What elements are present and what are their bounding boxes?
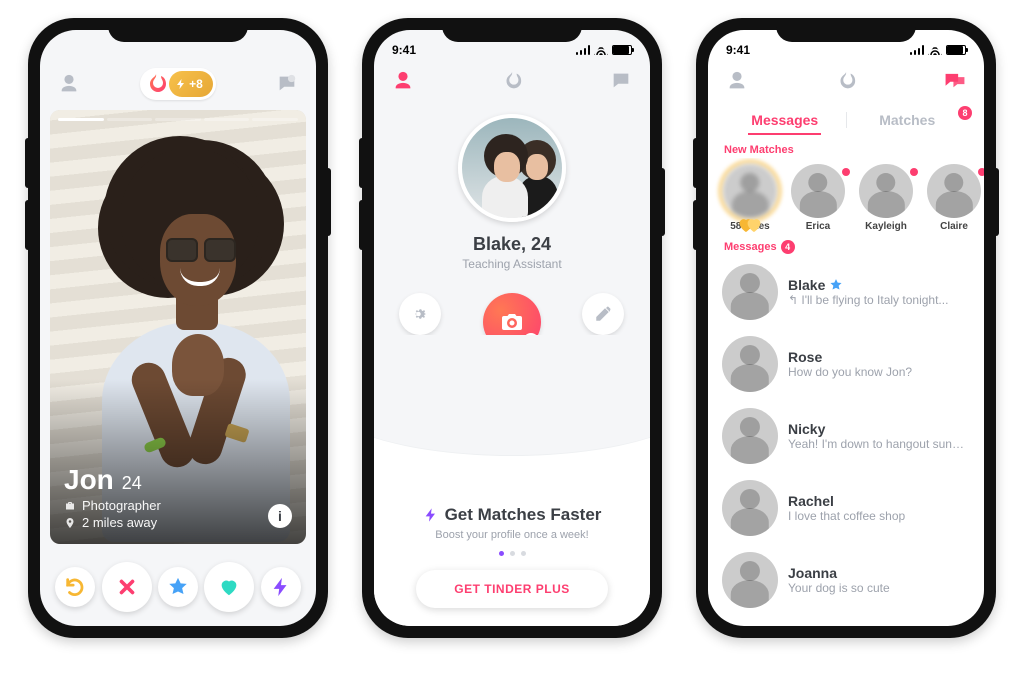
status-time: 9:41 (392, 43, 416, 57)
messages-badge: 4 (781, 240, 795, 254)
card-age: 24 (122, 473, 142, 494)
nope-button[interactable] (102, 562, 152, 612)
notch (108, 18, 248, 42)
new-matches-row[interactable]: 58 Likes Erica Kayleigh Claire (708, 158, 984, 238)
status-indicators (576, 45, 633, 55)
profile-avatar[interactable] (458, 114, 566, 222)
message-preview: How do you know Jon? (788, 365, 970, 379)
message-name: Blake (788, 277, 970, 293)
profile-tab-icon[interactable] (56, 71, 82, 97)
battery-icon (612, 45, 632, 55)
message-row[interactable]: Rose How do you know Jon? (708, 328, 984, 400)
profile-tab-icon[interactable] (390, 68, 416, 94)
message-name: Rachel (788, 493, 970, 509)
message-name: Joanna (788, 565, 970, 581)
match-item[interactable]: Kayleigh (856, 164, 916, 232)
camera-icon (500, 310, 524, 334)
card-distance: 2 miles away (64, 515, 292, 530)
flame-icon (143, 71, 169, 97)
swipe-card[interactable]: Jon 24 Photographer 2 miles away i (40, 110, 316, 552)
status-indicators (910, 45, 967, 55)
chat-tab-icon[interactable] (942, 68, 968, 94)
tab-messages[interactable]: Messages (724, 106, 846, 134)
bolt-icon (423, 507, 439, 523)
unread-dot-icon (978, 168, 984, 176)
message-preview: Your dog is so cute (788, 581, 970, 595)
photo-pagination[interactable] (58, 118, 298, 121)
promo-pagination[interactable] (499, 551, 526, 556)
promo-subtitle: Boost your profile once a week! (435, 529, 588, 541)
gear-icon (411, 305, 429, 323)
action-row (40, 552, 316, 626)
chat-tab-icon[interactable] (274, 71, 300, 97)
chat-tab-icon[interactable] (608, 68, 634, 94)
get-tinder-plus-button[interactable]: GET TINDER PLUS (416, 570, 608, 608)
top-nav (374, 64, 650, 104)
message-preview: I love that coffee shop (788, 509, 970, 523)
like-button[interactable] (204, 562, 254, 612)
superlike-star-icon (829, 278, 843, 292)
likes-you-stack[interactable]: 58 Likes (720, 164, 780, 232)
match-name: Claire (940, 221, 968, 232)
profile-tab-icon[interactable] (724, 68, 750, 94)
message-row[interactable]: Joanna Your dog is so cute (708, 544, 984, 616)
wifi-icon (928, 45, 942, 55)
status-time: 9:41 (726, 43, 750, 57)
boost-button[interactable] (261, 567, 301, 607)
message-preview: Yeah! I'm down to hangout sunday... (788, 437, 970, 451)
message-preview: ↰ I'll be flying to Italy tonight... (788, 293, 970, 307)
new-matches-header: New Matches (708, 142, 984, 158)
likes-heart-icon (738, 214, 762, 234)
match-item[interactable]: Claire (924, 164, 984, 232)
card-job: Photographer (64, 498, 292, 513)
pencil-icon (594, 305, 612, 323)
match-item[interactable]: Erica (788, 164, 848, 232)
wifi-icon (594, 45, 608, 55)
flame-boost-pill[interactable]: +8 (140, 68, 216, 100)
top-nav (708, 64, 984, 104)
message-row[interactable]: Blake ↰ I'll be flying to Italy tonight.… (708, 256, 984, 328)
message-row[interactable]: Rachel I love that coffee shop (708, 472, 984, 544)
message-name: Nicky (788, 421, 970, 437)
superlike-button[interactable] (158, 567, 198, 607)
phone-profile: 9:41 Blak (362, 18, 662, 638)
unread-dot-icon (842, 168, 850, 176)
messages-tabs: Messages Matches 8 (724, 106, 968, 134)
message-list[interactable]: Blake ↰ I'll be flying to Italy tonight.… (708, 256, 984, 626)
match-name: Erica (806, 221, 830, 232)
match-name: Kayleigh (865, 221, 907, 232)
signal-icon (576, 45, 591, 55)
profile-subtitle: Teaching Assistant (462, 257, 561, 271)
card-name: Jon 24 (64, 464, 292, 496)
messages-header: Messages 4 (708, 238, 984, 256)
message-name: Rose (788, 349, 970, 365)
boost-counter: +8 (169, 71, 213, 97)
phone-messages: 9:41 Messages Matches 8 (696, 18, 996, 638)
signal-icon (910, 45, 925, 55)
notch (776, 18, 916, 42)
briefcase-icon (64, 500, 76, 512)
flame-tab-icon[interactable] (499, 68, 525, 94)
message-row[interactable]: Nicky Yeah! I'm down to hangout sunday..… (708, 400, 984, 472)
promo-card: Get Matches Faster Boost your profile on… (374, 485, 650, 626)
rewind-button[interactable] (55, 567, 95, 607)
promo-title: Get Matches Faster (423, 505, 602, 525)
notch (442, 18, 582, 42)
location-icon (64, 517, 76, 529)
flame-tab-icon[interactable] (833, 68, 859, 94)
battery-icon (946, 45, 966, 55)
matches-badge: 8 (958, 106, 972, 120)
profile-name-age: Blake, 24 (473, 234, 551, 255)
phone-swipe: +8 (28, 18, 328, 638)
info-button[interactable]: i (268, 504, 292, 528)
card-info: Jon 24 Photographer 2 miles away i (64, 464, 292, 530)
unread-dot-icon (910, 168, 918, 176)
tab-matches[interactable]: Matches 8 (847, 106, 969, 134)
top-nav: +8 (40, 64, 316, 110)
